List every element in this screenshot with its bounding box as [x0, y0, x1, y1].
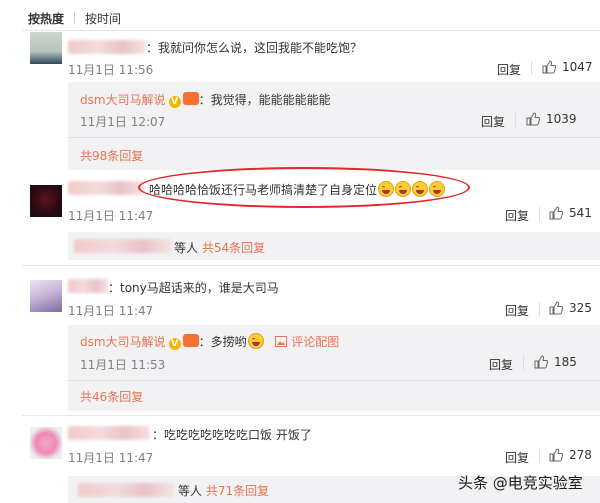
action-divider	[539, 449, 540, 463]
fan-badge-icon	[182, 92, 199, 105]
username-blurred[interactable]	[68, 40, 146, 54]
reply-thread-2: dsm大司马解说 V ：多捞哟 评论配图 11月1日 11:53 回复 185 共4…	[68, 325, 600, 411]
comment-image-label: 评论配图	[291, 335, 340, 349]
thumbs-up-icon	[542, 60, 556, 74]
like-button[interactable]: 1039	[526, 112, 577, 126]
reply-thread-1: dsm大司马解说 V ：我觉得，能能能能能能 11月1日 12:07 回复 1039…	[68, 82, 600, 170]
divider	[22, 265, 600, 266]
thumbs-up-icon	[534, 355, 548, 369]
usernames-blurred[interactable]	[74, 239, 172, 253]
divider	[68, 137, 600, 138]
like-count: 278	[569, 448, 592, 462]
subreply-line: dsm大司马解说 V ：我觉得，能能能能能能	[80, 91, 331, 108]
comment-time: 11月1日 11:47	[68, 304, 154, 318]
comment-time: 11月1日 11:47	[68, 209, 154, 223]
usernames-blurred[interactable]	[78, 483, 174, 497]
thumbs-up-icon	[549, 206, 563, 220]
summary-line: 等人 共71条回复	[178, 482, 269, 499]
more-replies-link[interactable]: 共46条回复	[80, 388, 143, 405]
like-count: 325	[569, 301, 592, 315]
reply-button[interactable]: 回复	[489, 356, 513, 373]
sort-divider	[74, 12, 76, 24]
thumbs-up-icon	[549, 301, 563, 315]
verified-badge-icon: V	[168, 96, 181, 108]
action-divider	[539, 302, 540, 316]
reply-text: ：多捞哟	[198, 335, 247, 349]
more-replies-link[interactable]: 共98条回复	[80, 147, 143, 164]
more-replies-link[interactable]: 共71条回复	[206, 484, 269, 498]
like-button[interactable]: 1047	[542, 60, 593, 74]
summary-line: 等人 共54条回复	[174, 239, 265, 256]
watermark-text: 头条 @电竞实验室	[458, 474, 583, 492]
reply-author[interactable]: dsm大司马解说	[80, 93, 166, 107]
reply-button[interactable]: 回复	[505, 302, 529, 319]
avatar[interactable]	[30, 427, 62, 459]
thumbs-up-icon	[549, 448, 563, 462]
divider	[68, 380, 600, 381]
like-button[interactable]: 278	[549, 448, 592, 462]
reply-button[interactable]: 回复	[497, 61, 521, 78]
comment-image-link[interactable]: 评论配图	[275, 335, 339, 349]
comment-time: 11月1日 11:56	[68, 63, 154, 77]
like-button[interactable]: 541	[549, 206, 592, 220]
subreply-line: dsm大司马解说 V ：多捞哟 评论配图	[80, 333, 339, 350]
avatar[interactable]	[30, 280, 62, 312]
watermark: 头条 @电竞实验室	[458, 472, 583, 493]
action-divider	[539, 207, 540, 221]
summary-suffix: 等人	[178, 484, 203, 498]
reply-summary-1: 等人 共54条回复	[68, 232, 600, 260]
like-count: 185	[554, 355, 577, 369]
avatar[interactable]	[30, 185, 62, 217]
reply-button[interactable]: 回复	[505, 449, 529, 466]
comment-text: ：tony马超话来的，谁是大司马	[108, 281, 279, 295]
like-button[interactable]: 325	[549, 301, 592, 315]
verified-badge-icon: V	[168, 338, 181, 350]
divider	[22, 30, 600, 31]
reply-time: 11月1日 11:53	[80, 358, 166, 372]
comment-text: ：吃吃吃吃吃吃吃口饭 开饭了	[152, 428, 312, 442]
fan-badge-icon	[182, 334, 199, 347]
like-count: 541	[569, 206, 592, 220]
more-replies-link[interactable]: 共54条回复	[202, 241, 265, 255]
divider	[22, 415, 600, 416]
like-count: 1039	[546, 112, 577, 126]
action-divider	[531, 61, 532, 75]
avatar[interactable]	[30, 32, 62, 64]
username-blurred[interactable]	[68, 181, 144, 195]
username-blurred[interactable]	[68, 279, 108, 293]
thumbs-up-icon	[526, 112, 540, 126]
sort-by-hot[interactable]: 按热度	[28, 10, 64, 27]
username-blurred[interactable]	[68, 426, 150, 440]
highlight-circle	[138, 167, 470, 208]
comment-time: 11月1日 11:47	[68, 451, 154, 465]
action-divider	[523, 356, 524, 370]
reply-text: ：我觉得，能能能能能能	[198, 93, 331, 107]
reply-button[interactable]: 回复	[505, 207, 529, 224]
image-icon	[275, 336, 288, 347]
sort-bar: 按热度 按时间	[28, 8, 121, 28]
like-button[interactable]: 185	[534, 355, 577, 369]
sort-by-time[interactable]: 按时间	[85, 10, 121, 27]
like-count: 1047	[562, 60, 593, 74]
grin-emoji-icon	[247, 333, 264, 349]
comment-text: ：我就问你怎么说，这回我能不能吃饱？	[146, 41, 363, 55]
reply-author[interactable]: dsm大司马解说	[80, 335, 166, 349]
reply-time: 11月1日 12:07	[80, 115, 166, 129]
action-divider	[515, 113, 516, 127]
reply-button[interactable]: 回复	[481, 113, 505, 130]
summary-suffix: 等人	[174, 241, 199, 255]
